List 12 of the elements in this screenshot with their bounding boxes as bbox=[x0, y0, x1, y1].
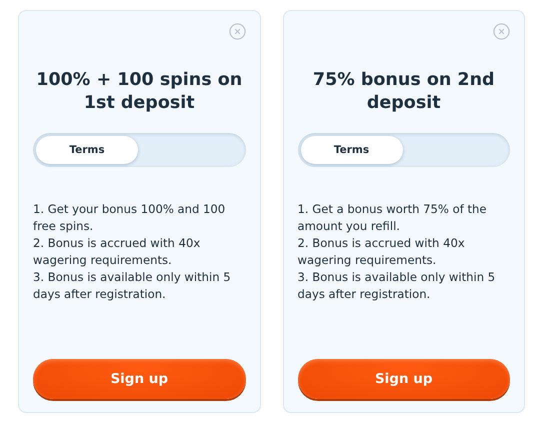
offer-title: 100% + 100 spins on 1st deposit bbox=[35, 69, 244, 115]
close-icon[interactable] bbox=[228, 23, 246, 40]
terms-item: 2. Bonus is accrued with 40x wagering requirements. bbox=[33, 235, 202, 269]
terms-item: 3. Bonus is available only within 5 days after registration. bbox=[298, 269, 496, 303]
close-icon[interactable] bbox=[493, 23, 510, 40]
offer-title: 75% bonus on 2nd deposit bbox=[312, 69, 496, 115]
terms-tab[interactable]: Terms bbox=[36, 136, 138, 164]
terms-item: 1. Get a bonus worth 75% of the amount you refill. bbox=[298, 201, 488, 235]
terms-item: 3. Bonus is available only within 5 days after registration. bbox=[33, 269, 232, 303]
terms-item: 1. Get your bonus 100% and 100 free spins. bbox=[33, 201, 226, 235]
terms-tab[interactable]: Terms bbox=[300, 136, 402, 164]
terms-item: 2. Bonus is accrued with 40x wagering requirements. bbox=[298, 235, 466, 269]
